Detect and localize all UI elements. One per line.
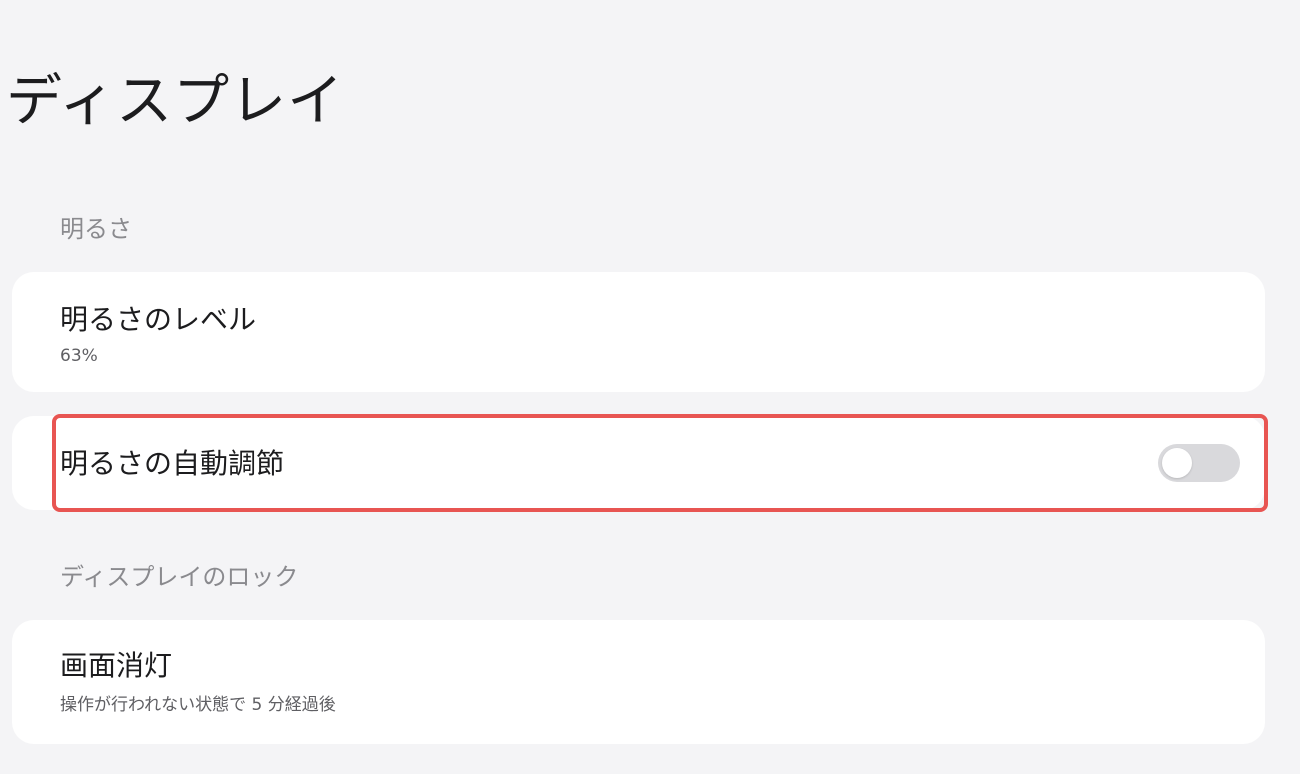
auto-brightness-title: 明るさの自動調節 (60, 447, 285, 480)
screen-timeout-row[interactable]: 画面消灯 操作が行われない状態で 5 分経過後 (12, 620, 1265, 744)
toggle-knob (1162, 448, 1192, 478)
screen-timeout-subtitle: 操作が行われない状態で 5 分経過後 (60, 695, 336, 715)
brightness-level-title: 明るさのレベル (60, 303, 257, 336)
section-header-display-lock: ディスプレイのロック (60, 563, 299, 591)
page-title: ディスプレイ (6, 69, 345, 134)
brightness-level-row[interactable]: 明るさのレベル 63% (12, 272, 1265, 392)
auto-brightness-row[interactable]: 明るさの自動調節 (12, 416, 1265, 510)
screen-timeout-title: 画面消灯 (60, 649, 173, 682)
section-header-brightness: 明るさ (60, 215, 132, 243)
brightness-level-value: 63% (60, 346, 98, 366)
auto-brightness-toggle[interactable] (1158, 444, 1240, 482)
